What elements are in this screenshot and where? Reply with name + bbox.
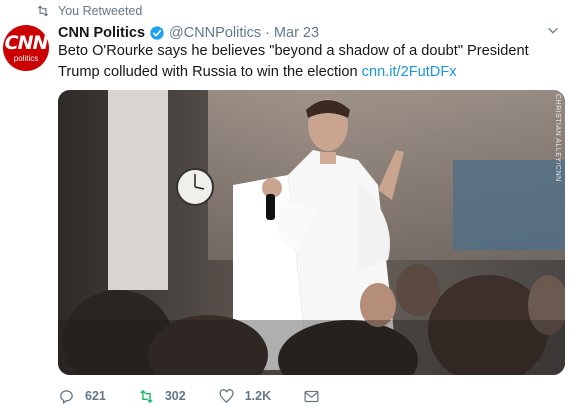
retweet-button[interactable]: 302 — [138, 388, 186, 405]
tweet-body: Beto O'Rourke says he believes "beyond a… — [58, 43, 529, 80]
verified-badge-icon — [150, 26, 164, 40]
chevron-down-icon[interactable] — [546, 24, 560, 38]
author-handle[interactable]: @CNNPolitics — [169, 25, 261, 41]
reply-count: 621 — [85, 389, 106, 403]
direct-message-button[interactable] — [303, 388, 330, 405]
photo-scene — [58, 90, 565, 375]
tweet-text: Beto O'Rourke says he believes "beyond a… — [58, 41, 558, 83]
photo-credit: CHRISTIAN ALLEY/CNN — [554, 94, 561, 182]
retweet-label: You Retweeted — [58, 4, 143, 18]
reply-icon — [60, 389, 73, 404]
tweet-link[interactable]: cnn.it/2FutDFx — [362, 64, 457, 80]
avatar-logo: CNN — [4, 32, 49, 54]
envelope-icon — [304, 390, 319, 402]
author-name[interactable]: CNN Politics — [58, 25, 145, 41]
like-button[interactable]: 1.2K — [218, 388, 271, 405]
tweet-actions: 621 302 1.2K — [58, 386, 362, 406]
avatar[interactable]: CNN politics — [3, 25, 49, 71]
retweet-icon — [37, 5, 49, 17]
retweet-context: You Retweeted — [36, 2, 142, 20]
tweet-photo[interactable]: CHRISTIAN ALLEY/CNN — [58, 90, 565, 375]
like-count: 1.2K — [244, 389, 272, 403]
retweet-count: 302 — [164, 389, 186, 403]
heart-icon — [219, 388, 234, 403]
avatar-subtext: politics — [13, 54, 39, 63]
tweet-header: CNN Politics @CNNPolitics · Mar 23 — [58, 23, 319, 43]
tweet-date[interactable]: Mar 23 — [274, 25, 319, 41]
retweet-icon — [140, 389, 153, 403]
separator-dot: · — [265, 25, 270, 41]
reply-button[interactable]: 621 — [58, 388, 106, 405]
